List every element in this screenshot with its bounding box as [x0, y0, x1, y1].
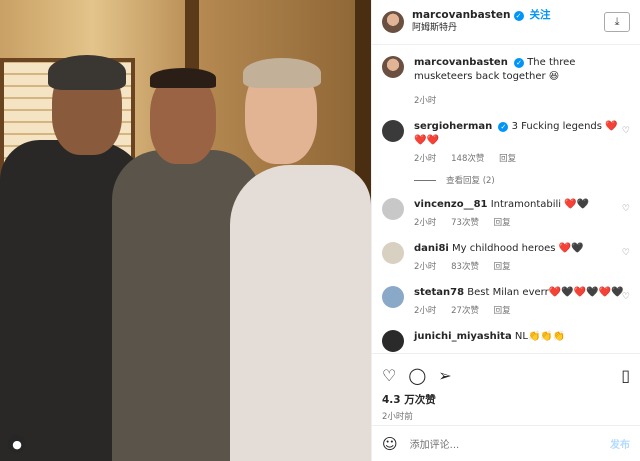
caption-time: 2小时 — [414, 96, 437, 106]
caption-author-avatar[interactable] — [382, 56, 404, 78]
share-send-icon[interactable]: ➢ — [438, 366, 451, 385]
action-bar: ♡ ◯ ➢ ▯ — [372, 354, 640, 388]
comment-text: NL👏👏👏 — [514, 331, 566, 342]
comment-username[interactable]: vincenzo__81 — [414, 199, 488, 210]
commenter-avatar[interactable] — [382, 286, 404, 308]
download-icon[interactable]: ⤓ — [604, 12, 630, 32]
like-comment-icon[interactable]: ♡ — [622, 248, 630, 258]
comment-text: Intramontabili ❤️🖤 — [490, 199, 590, 210]
post-side-panel: marcovanbasten ✓ 关注 阿姆斯特丹 ⤓ marcovanbast… — [371, 0, 640, 461]
comment-time: 2小时 — [414, 218, 437, 228]
follow-button[interactable]: 关注 — [530, 9, 551, 22]
post-location[interactable]: 阿姆斯特丹 — [412, 22, 551, 35]
commenter-avatar[interactable] — [382, 120, 404, 142]
reply-button[interactable]: 回复 — [494, 262, 511, 272]
view-replies-label: 查看回复 (2) — [446, 176, 495, 186]
commenter-avatar[interactable] — [382, 330, 404, 352]
comment-bubble-icon[interactable]: ◯ — [408, 366, 426, 385]
comment-time: 2小时 — [414, 154, 437, 164]
comments-list[interactable]: marcovanbasten ✓ The three musketeers ba… — [372, 46, 640, 353]
caption-username[interactable]: marcovanbasten — [414, 57, 508, 68]
person-right-body — [230, 165, 371, 461]
post-footer: ♡ ◯ ➢ ▯ 4.3 万次赞 2小时前 ☺ 添加评论... 发布 — [372, 353, 640, 461]
author-username[interactable]: marcovanbasten — [412, 9, 511, 22]
verified-badge-icon: ✓ — [498, 122, 509, 132]
post-comment-button[interactable]: 发布 — [610, 436, 630, 451]
comment-time: 2小时 — [414, 306, 437, 316]
commenter-avatar[interactable] — [382, 242, 404, 264]
comment-likes[interactable]: 27次赞 — [451, 306, 479, 316]
emoji-icon[interactable]: ☺ — [382, 435, 398, 453]
reply-button[interactable]: 回复 — [494, 218, 511, 228]
bookmark-icon[interactable]: ▯ — [621, 366, 630, 385]
reply-button[interactable]: 回复 — [499, 154, 516, 164]
person-middle-hair — [150, 68, 216, 88]
comment-item: vincenzo__81 Intramontabili ❤️🖤 2小时 73次赞… — [382, 198, 630, 230]
verified-badge-icon: ✓ — [513, 10, 524, 21]
comment-input[interactable]: 添加评论... — [410, 436, 610, 451]
like-comment-icon[interactable]: ♡ — [622, 126, 630, 136]
view-replies-button[interactable]: 查看回复 (2) — [414, 174, 630, 186]
comment-item: stetan78 Best Milan everr❤️🖤❤️🖤❤️🖤 2小时 2… — [382, 286, 630, 318]
comment-item: sergioherman ✓ 3 Fucking legends ❤️❤️❤️ … — [382, 120, 630, 166]
commenter-avatar[interactable] — [382, 198, 404, 220]
author-avatar[interactable] — [382, 11, 404, 33]
person-right-hair — [243, 58, 321, 88]
comment-time: 2小时 — [414, 262, 437, 272]
comment-likes[interactable]: 83次赞 — [451, 262, 479, 272]
post-caption: marcovanbasten ✓ The three musketeers ba… — [382, 56, 630, 108]
comment-text: My childhood heroes ❤️🖤 — [452, 243, 584, 254]
post-header: marcovanbasten ✓ 关注 阿姆斯特丹 ⤓ — [372, 0, 640, 45]
post-photo[interactable]: ● — [0, 0, 371, 461]
reply-button[interactable]: 回复 — [494, 306, 511, 316]
person-left-hair — [48, 55, 126, 90]
like-heart-icon[interactable]: ♡ — [382, 366, 396, 385]
comment-likes[interactable]: 73次赞 — [451, 218, 479, 228]
comment-text: Best Milan everr❤️🖤❤️🖤❤️🖤 — [467, 287, 624, 298]
comment-likes[interactable]: 148次赞 — [451, 154, 484, 164]
comment-username[interactable]: dani8i — [414, 243, 449, 254]
post-time: 2小时前 — [382, 412, 413, 422]
likes-count[interactable]: 4.3 万次赞 — [372, 388, 640, 407]
verified-badge-icon: ✓ — [514, 58, 525, 68]
comment-item: dani8i My childhood heroes ❤️🖤 2小时 83次赞 … — [382, 242, 630, 274]
like-comment-icon[interactable]: ♡ — [622, 204, 630, 214]
comment-username[interactable]: sergioherman — [414, 121, 492, 132]
comment-username[interactable]: junichi_miyashita — [414, 331, 512, 342]
comment-item: junichi_miyashita NL👏👏👏 — [382, 330, 630, 352]
add-comment-bar: ☺ 添加评论... 发布 — [372, 425, 640, 461]
like-comment-icon[interactable]: ♡ — [622, 292, 630, 302]
replies-divider — [414, 179, 436, 181]
comment-username[interactable]: stetan78 — [414, 287, 464, 298]
tagged-user-icon[interactable]: ● — [8, 435, 26, 453]
